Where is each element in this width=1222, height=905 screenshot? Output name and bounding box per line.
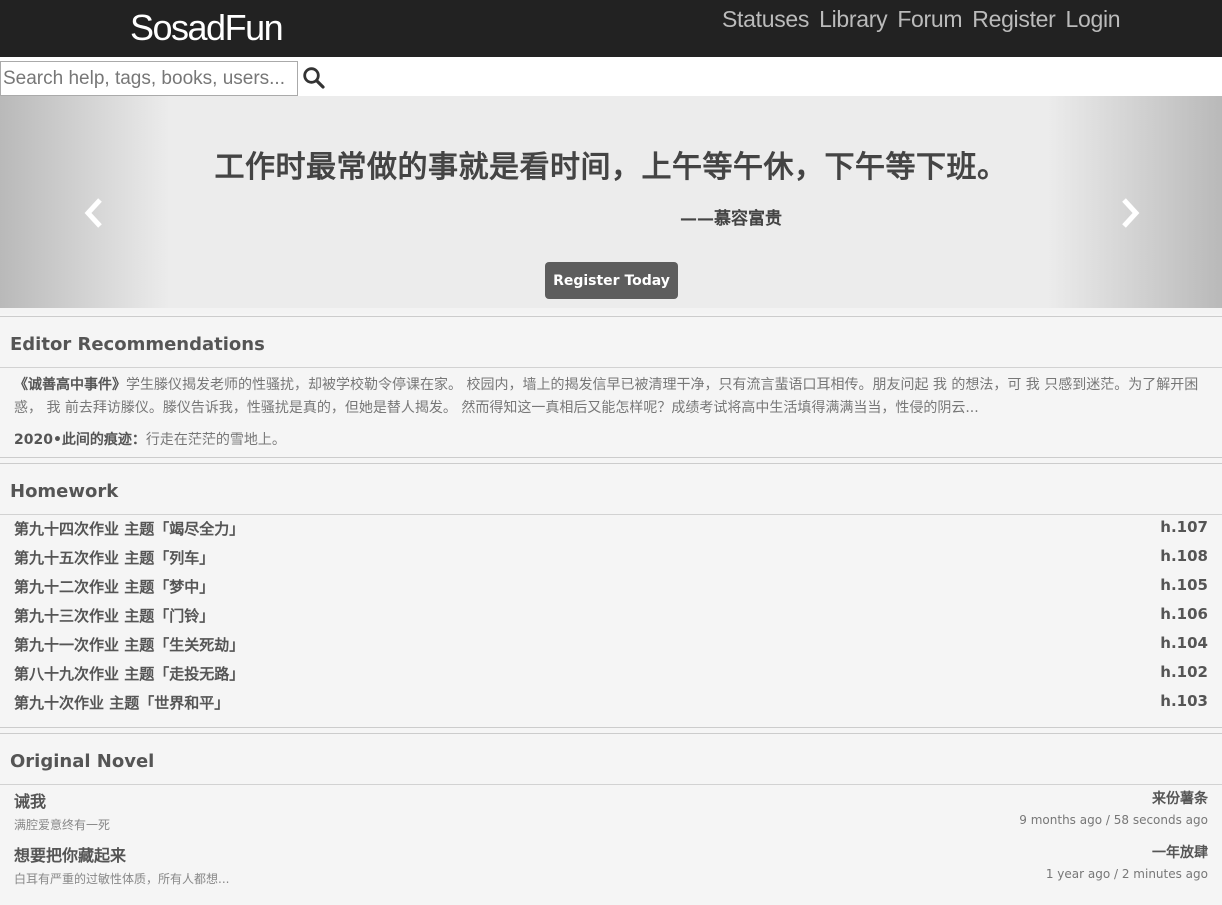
original-novel-panel: Original Novel 诫我 满腔爱意终有一死 来份薯条 9 months… <box>0 733 1222 893</box>
homework-tag[interactable]: h.103 <box>1160 692 1208 710</box>
homework-title[interactable]: 第九十五次作业 主题「列车」 <box>14 547 214 568</box>
homework-tag[interactable]: h.107 <box>1160 518 1208 536</box>
homework-title[interactable]: 第九十四次作业 主题「竭尽全力」 <box>14 518 244 539</box>
recommendation-title[interactable]: 《诚善高中事件》 <box>14 377 126 393</box>
search-icon[interactable] <box>302 66 326 90</box>
carousel-bottom-edge <box>0 308 1222 314</box>
homework-tag[interactable]: h.105 <box>1160 576 1208 594</box>
recommendation-item[interactable]: 《诚善高中事件》学生滕仪揭发老师的性骚扰，却被学校勒令停课在家。 校园内，墙上的… <box>14 374 1208 420</box>
homework-title[interactable]: 第九十一次作业 主题「生关死劫」 <box>14 634 244 655</box>
novel-panel-header: Original Novel <box>0 734 1222 785</box>
nav-links: Statuses Library Forum Register Login <box>722 6 1130 33</box>
editor-panel-title: Editor Recommendations <box>10 334 265 355</box>
nav-link-login[interactable]: Login <box>1066 6 1121 33</box>
brand-logo[interactable]: SosadFun <box>130 7 284 49</box>
recommendation-brief: 行走在茫茫的雪地上。 <box>145 432 286 448</box>
novel-list: 诫我 满腔爱意终有一死 来份薯条 9 months ago / 58 secon… <box>0 785 1222 893</box>
editor-panel-header: Editor Recommendations <box>0 317 1222 368</box>
novel-panel-title: Original Novel <box>10 751 155 772</box>
novel-item[interactable]: 诫我 满腔爱意终有一死 来份薯条 9 months ago / 58 secon… <box>0 785 1222 839</box>
recommendation-item[interactable]: 2020•此间的痕迹：行走在茫茫的雪地上。 <box>14 429 1208 457</box>
homework-tag[interactable]: h.104 <box>1160 634 1208 652</box>
homework-panel: Homework 第九十四次作业 主题「竭尽全力」 h.107 第九十五次作业 主… <box>0 463 1222 728</box>
nav-link-library[interactable]: Library <box>819 6 888 33</box>
homework-title[interactable]: 第九十次作业 主题「世界和平」 <box>14 692 229 713</box>
quote-author: ——慕容富贵 <box>680 209 782 229</box>
editor-recommendations-panel: Editor Recommendations 《诚善高中事件》学生滕仪揭发老师的… <box>0 316 1222 458</box>
register-today-button[interactable]: Register Today <box>545 262 678 299</box>
quote-carousel: 工作时最常做的事就是看时间，上午等午休，下午等下班。 ——慕容富贵 Regist… <box>0 96 1222 314</box>
homework-item[interactable]: 第九十四次作业 主题「竭尽全力」 h.107 <box>0 515 1222 544</box>
homework-item[interactable]: 第九十次作业 主题「世界和平」 h.103 <box>0 689 1222 718</box>
recommendation-brief: 学生滕仪揭发老师的性骚扰，却被学校勒令停课在家。 校园内，墙上的揭发信早已被清理… <box>14 377 1199 416</box>
homework-item[interactable]: 第九十一次作业 主题「生关死劫」 h.104 <box>0 631 1222 660</box>
top-navbar: SosadFun Statuses Library Forum Register… <box>0 0 1222 57</box>
homework-item[interactable]: 第九十五次作业 主题「列车」 h.108 <box>0 544 1222 573</box>
homework-panel-title: Homework <box>10 481 119 502</box>
homework-title[interactable]: 第八十九次作业 主题「走投无路」 <box>14 663 244 684</box>
recommendation-title[interactable]: 2020•此间的痕迹： <box>14 432 146 448</box>
search-input[interactable] <box>0 61 298 96</box>
search-bar <box>0 57 1222 96</box>
carousel-quote: 工作时最常做的事就是看时间，上午等午休，下午等下班。 <box>214 150 1008 185</box>
homework-title[interactable]: 第九十二次作业 主题「梦中」 <box>14 576 214 597</box>
novel-time: 9 months ago / 58 seconds ago <box>1019 813 1208 827</box>
novel-item[interactable]: 想要把你藏起来 白耳有严重的过敏性体质，所有人都想... 一年放肆 1 year… <box>0 839 1222 893</box>
homework-tag[interactable]: h.102 <box>1160 663 1208 681</box>
homework-item[interactable]: 第九十二次作业 主题「梦中」 h.105 <box>0 573 1222 602</box>
novel-brief: 白耳有严重的过敏性体质，所有人都想... <box>14 872 230 886</box>
novel-brief: 满腔爱意终有一死 <box>14 818 111 832</box>
novel-author[interactable]: 一年放肆 <box>1152 842 1208 862</box>
nav-link-forum[interactable]: Forum <box>897 6 962 33</box>
nav-link-statuses[interactable]: Statuses <box>722 6 809 33</box>
novel-title[interactable]: 诫我 <box>14 788 46 812</box>
homework-item[interactable]: 第九十三次作业 主题「门铃」 h.106 <box>0 602 1222 631</box>
homework-title[interactable]: 第九十三次作业 主题「门铃」 <box>14 605 214 626</box>
nav-link-register[interactable]: Register <box>972 6 1056 33</box>
homework-tag[interactable]: h.106 <box>1160 605 1208 623</box>
homework-tag[interactable]: h.108 <box>1160 547 1208 565</box>
novel-title[interactable]: 想要把你藏起来 <box>14 842 126 866</box>
novel-time: 1 year ago / 2 minutes ago <box>1045 867 1208 881</box>
homework-item[interactable]: 第八十九次作业 主题「走投无路」 h.102 <box>0 660 1222 689</box>
homework-panel-header: Homework <box>0 464 1222 515</box>
chevron-right-icon[interactable] <box>1116 196 1144 230</box>
novel-author[interactable]: 来份薯条 <box>1152 788 1208 808</box>
chevron-left-icon[interactable] <box>80 196 108 230</box>
editor-panel-body: 《诚善高中事件》学生滕仪揭发老师的性骚扰，却被学校勒令停课在家。 校园内，墙上的… <box>0 368 1222 457</box>
homework-list: 第九十四次作业 主题「竭尽全力」 h.107 第九十五次作业 主题「列车」 h.10… <box>0 515 1222 727</box>
